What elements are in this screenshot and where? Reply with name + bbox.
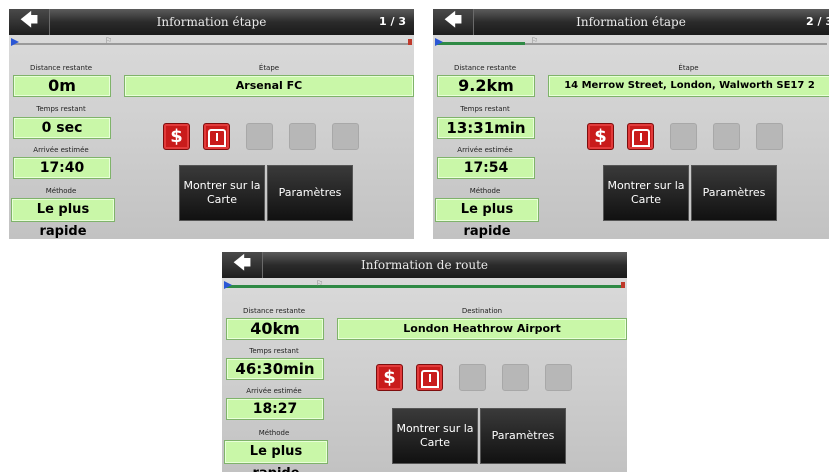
method-label: Méthode bbox=[469, 187, 501, 195]
destination-value: London Heathrow Airport bbox=[337, 318, 627, 340]
title-bar: 🡄 Information étape 1 / 3 bbox=[9, 9, 414, 35]
time-label: Temps restant bbox=[36, 105, 86, 113]
time-value: 46:30min bbox=[226, 358, 324, 380]
destination-label: Destination bbox=[461, 307, 503, 315]
method-label: Méthode bbox=[258, 429, 290, 437]
route-info-screen-2: 🡄 Information étape 2 / 3 ⚐ Distance res… bbox=[433, 9, 829, 239]
empty-slot-icon bbox=[756, 123, 783, 150]
waypoint-flag-icon: ⚐ bbox=[316, 279, 324, 288]
destination-value: 14 Merrow Street, London, Walworth SE17 … bbox=[548, 75, 829, 97]
method-value[interactable]: Le plus rapide bbox=[435, 198, 539, 239]
time-value: 0 sec bbox=[13, 117, 111, 139]
screen-title: Information étape bbox=[156, 15, 267, 29]
toll-road-icon: $ bbox=[587, 123, 614, 150]
show-on-map-button[interactable]: Montrer sur la Carte bbox=[179, 165, 265, 221]
show-on-map-button[interactable]: Montrer sur la Carte bbox=[392, 408, 478, 464]
progress-fill bbox=[224, 285, 625, 288]
empty-slot-icon bbox=[246, 123, 273, 150]
settings-button[interactable]: Paramètres bbox=[267, 165, 353, 221]
empty-slot-icon bbox=[502, 364, 529, 391]
destination-label: Étape bbox=[678, 64, 699, 72]
screen-title: Information de route bbox=[360, 258, 489, 272]
arrival-value: 18:27 bbox=[226, 398, 324, 420]
route-info-screen-3: 🡄 Information de route ⚐ Distance restan… bbox=[222, 252, 627, 472]
arrival-label: Arrivée estimée bbox=[246, 387, 302, 395]
title-bar: 🡄 Information de route bbox=[222, 252, 627, 278]
distance-value: 40km bbox=[226, 318, 324, 340]
route-progress-bar: ⚐ bbox=[222, 279, 627, 292]
destination-label: Étape bbox=[258, 64, 280, 72]
start-marker-icon bbox=[435, 38, 443, 46]
distance-label: Distance restante bbox=[29, 64, 93, 72]
route-progress-bar: ⚐ bbox=[9, 36, 414, 49]
title-bar: 🡄 Information étape 2 / 3 bbox=[433, 9, 829, 35]
empty-slot-icon bbox=[332, 123, 359, 150]
toll-road-icon: $ bbox=[163, 123, 190, 150]
empty-slot-icon bbox=[459, 364, 486, 391]
distance-value: 9.2km bbox=[437, 75, 535, 97]
settings-button[interactable]: Paramètres bbox=[480, 408, 566, 464]
distance-label: Distance restante bbox=[242, 307, 306, 315]
method-value[interactable]: Le plus rapide bbox=[224, 440, 328, 472]
arrival-value: 17:40 bbox=[13, 157, 111, 179]
progress-track bbox=[11, 43, 412, 45]
method-value[interactable]: Le plus rapide bbox=[11, 198, 115, 239]
highway-icon bbox=[627, 123, 654, 150]
arrival-label: Arrivée estimée bbox=[457, 146, 513, 154]
arrival-label: Arrivée estimée bbox=[33, 146, 89, 154]
end-marker-icon bbox=[408, 39, 412, 45]
route-progress-bar: ⚐ bbox=[433, 36, 829, 49]
time-label: Temps restant bbox=[460, 105, 510, 113]
time-label: Temps restant bbox=[249, 347, 299, 355]
highway-icon bbox=[416, 364, 443, 391]
waypoint-flag-icon: ⚐ bbox=[105, 36, 113, 45]
empty-slot-icon bbox=[289, 123, 316, 150]
arrival-value: 17:54 bbox=[437, 157, 535, 179]
time-value: 13:31min bbox=[437, 117, 535, 139]
show-on-map-button[interactable]: Montrer sur la Carte bbox=[603, 165, 689, 221]
distance-value: 0m bbox=[13, 75, 111, 97]
back-arrow-icon[interactable]: 🡄 bbox=[222, 252, 263, 278]
settings-button[interactable]: Paramètres bbox=[691, 165, 777, 221]
destination-value: Arsenal FC bbox=[124, 75, 414, 97]
distance-label: Distance restante bbox=[453, 64, 517, 72]
progress-fill bbox=[435, 42, 525, 45]
route-info-screen-1: 🡄 Information étape 1 / 3 ⚐ Distance res… bbox=[9, 9, 414, 239]
back-arrow-icon[interactable]: 🡄 bbox=[433, 9, 474, 35]
method-label: Méthode bbox=[45, 187, 77, 195]
start-marker-icon bbox=[11, 38, 19, 46]
start-marker-icon bbox=[224, 281, 232, 289]
waypoint-flag-icon: ⚐ bbox=[531, 36, 539, 45]
screen-title: Information étape bbox=[576, 15, 686, 29]
highway-icon bbox=[203, 123, 230, 150]
end-marker-icon bbox=[621, 282, 625, 288]
page-indicator: 1 / 3 bbox=[379, 15, 406, 28]
toll-road-icon: $ bbox=[376, 364, 403, 391]
empty-slot-icon bbox=[713, 123, 740, 150]
empty-slot-icon bbox=[670, 123, 697, 150]
page-indicator: 2 / 3 bbox=[806, 15, 829, 28]
empty-slot-icon bbox=[545, 364, 572, 391]
back-arrow-icon[interactable]: 🡄 bbox=[9, 9, 50, 35]
